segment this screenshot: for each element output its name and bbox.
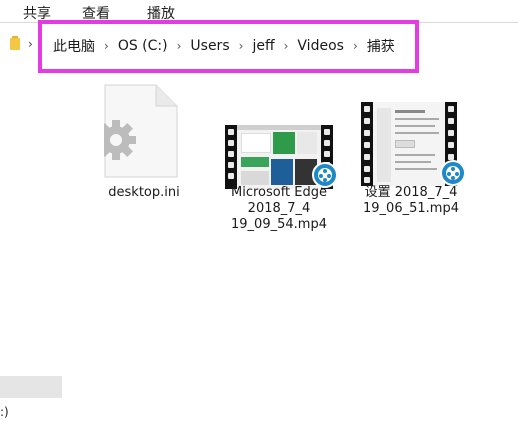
nav-pane-selected-item[interactable] [0, 376, 62, 398]
file-name: desktop.ini [108, 185, 180, 200]
file-name-line: 设置 2018_7_4 [364, 185, 458, 200]
file-name-line: 19_06_51.mp4 [363, 201, 459, 216]
video-player-badge-icon [440, 160, 466, 186]
annotation-highlight-box [38, 20, 419, 73]
folder-icon [10, 36, 22, 50]
chevron-right-icon[interactable]: › [28, 37, 33, 51]
file-name-line: 2018_7_4 [247, 201, 311, 216]
file-name-line: 19_09_54.mp4 [231, 217, 327, 232]
file-name-line: Microsoft Edge [230, 185, 327, 200]
nav-drive-label[interactable]: :) [0, 405, 9, 419]
file-name: 设置 2018_7_4 19_06_51.mp4 [352, 185, 470, 217]
gear-settings-file-icon [104, 84, 178, 178]
file-name: Microsoft Edge 2018_7_4 19_09_54.mp4 [218, 185, 340, 233]
